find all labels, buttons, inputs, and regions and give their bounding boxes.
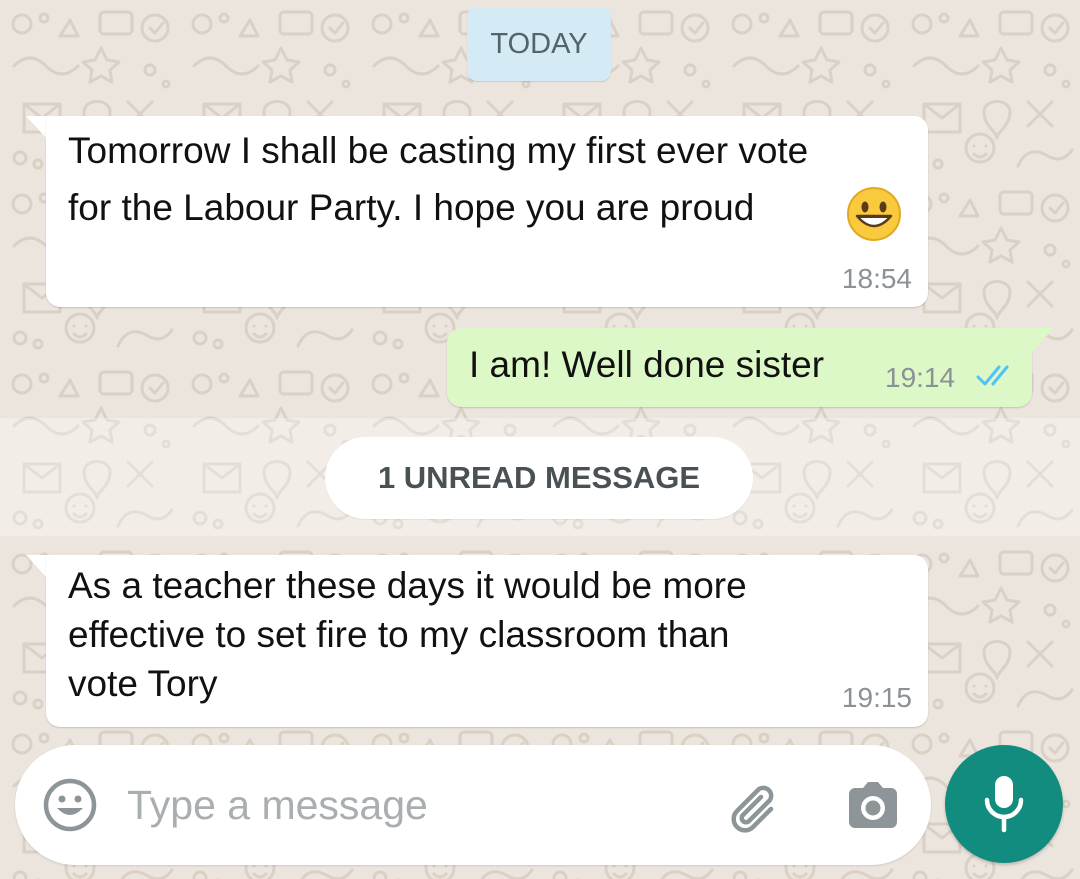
read-receipt-double-check-icon: [976, 365, 1009, 386]
message-timestamp: 19:14: [885, 362, 956, 393]
message-input[interactable]: [127, 775, 687, 835]
incoming-bubble-tail: [26, 555, 48, 579]
paperclip-icon[interactable]: [727, 781, 785, 839]
message-bubble-outgoing[interactable]: I am! Well done sister 19:14: [447, 328, 1032, 407]
incoming-bubble-tail: [26, 116, 48, 140]
message-bubble-incoming[interactable]: Tomorrow I shall be casting my first eve…: [46, 116, 928, 307]
message-text: As a teacher these days it would be more…: [68, 565, 747, 704]
unread-messages-chip: 1 UNREAD MESSAGE: [325, 437, 753, 519]
message-bubble-incoming[interactable]: As a teacher these days it would be more…: [46, 555, 928, 727]
grinning-face-emoji: [847, 187, 901, 241]
smiley-icon[interactable]: [42, 777, 98, 833]
message-timestamp: 18:54: [841, 263, 912, 294]
outgoing-bubble-tail: [1032, 328, 1054, 352]
message-text: Tomorrow I shall be casting my first eve…: [68, 130, 809, 228]
voice-record-button[interactable]: [945, 745, 1063, 863]
message-composer: [15, 745, 931, 865]
microphone-icon: [984, 776, 1024, 833]
camera-icon[interactable]: [845, 780, 901, 832]
message-text: I am! Well done sister: [469, 344, 825, 385]
message-timestamp: 19:15: [841, 682, 912, 713]
date-divider-chip: TODAY: [467, 7, 611, 81]
